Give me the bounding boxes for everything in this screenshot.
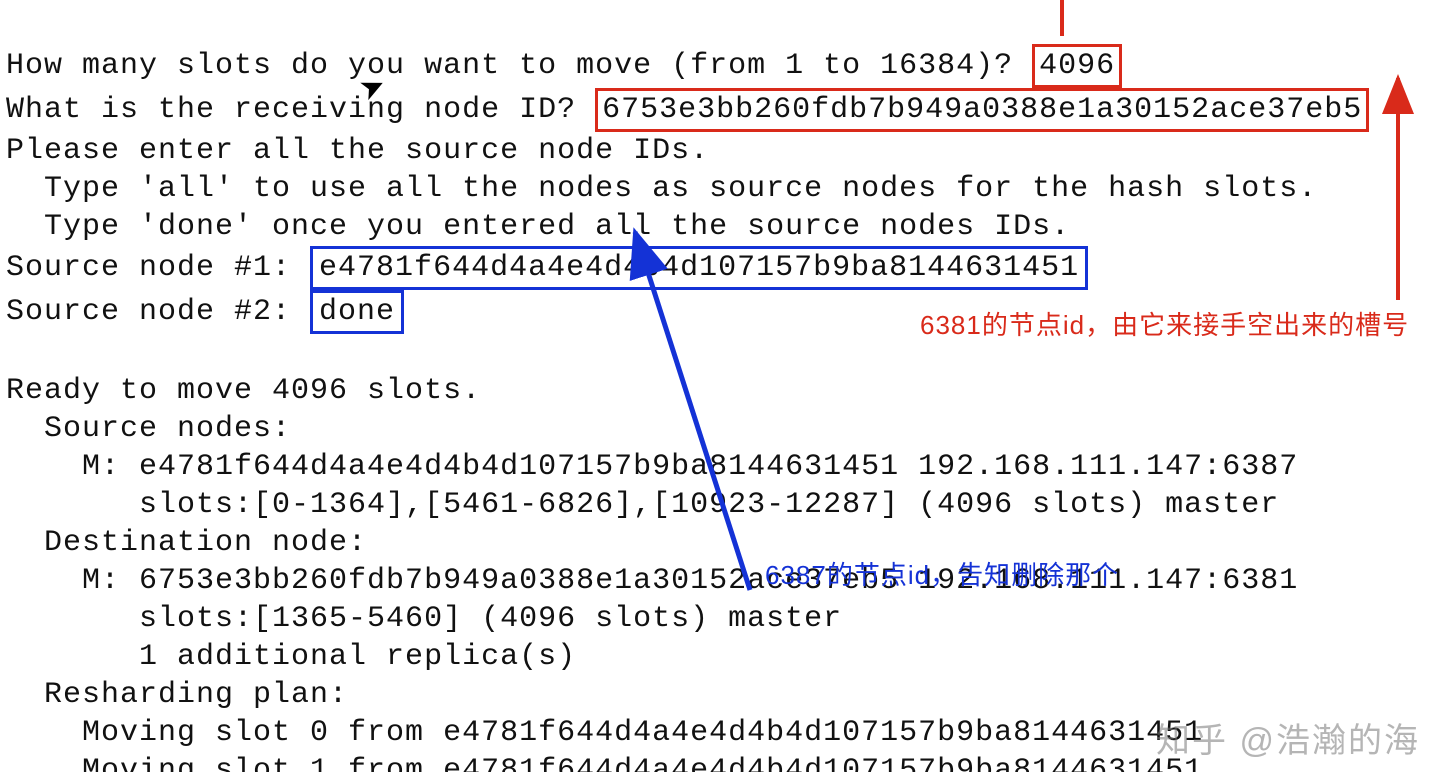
dest-node-header: Destination node: [6,526,367,560]
source-node-1-input[interactable]: e4781f644d4a4e4d4b4d107157b9ba8144631451 [310,246,1088,290]
source-node-2-input[interactable]: done [310,290,404,334]
source-instructions-1: Please enter all the source node IDs. [6,134,709,168]
source-nodes-header: Source nodes: [6,412,291,446]
ready-line: Ready to move 4096 slots. [6,374,481,408]
moving-slot-0: Moving slot 0 from e4781f644d4a4e4d4b4d1… [6,716,1203,750]
receiving-node-id[interactable]: 6753e3bb260fdb7b949a0388e1a30152ace37eb5 [595,88,1369,132]
source-instructions-3: Type 'done' once you entered all the sou… [6,210,1070,244]
annotation-red-text: 6381的节点id，由它来接手空出来的槽号 [920,305,1409,342]
resharding-header: Resharding plan: [6,678,348,712]
terminal-output: How many slots do you want to move (from… [0,0,1440,772]
moving-slot-1: Moving slot 1 from e4781f644d4a4e4d4b4d1… [6,754,1203,772]
watermark: 知乎 @浩瀚的海 [1156,713,1420,762]
slots-input[interactable]: 4096 [1032,44,1122,88]
dest-node-replica: 1 additional replica(s) [6,640,576,674]
dest-node-slots: slots:[1365-5460] (4096 slots) master [6,602,842,636]
slots-prompt: How many slots do you want to move (from… [6,49,1032,83]
source-instructions-2: Type 'all' to use all the nodes as sourc… [6,172,1317,206]
source-node-1-prompt: Source node #1: [6,251,310,285]
recv-node-prompt: What is the receiving node ID? [6,93,595,127]
annotation-blue-text: 6387的节点id，告知删除那个 [765,555,1119,592]
source-node-2-prompt: Source node #2: [6,295,310,329]
source-node-m: M: e4781f644d4a4e4d4b4d107157b9ba8144631… [6,450,1298,484]
source-node-slots: slots:[0-1364],[5461-6826],[10923-12287]… [6,488,1279,522]
